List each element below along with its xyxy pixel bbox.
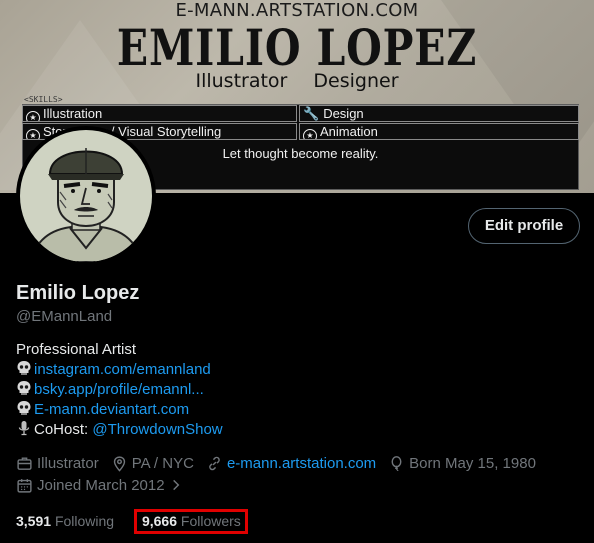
skull-icon <box>17 361 31 375</box>
briefcase-icon <box>17 456 32 470</box>
following-link[interactable]: 3,591 Following <box>16 513 114 529</box>
bio-link-row: E-mann.deviantart.com <box>16 400 223 420</box>
banner-role-illustrator: Illustrator <box>195 70 288 92</box>
skull-icon <box>17 381 31 395</box>
banner-skills-tag: <SKILLS> <box>24 95 63 104</box>
star-icon: ★ <box>26 129 40 139</box>
meta-birthday: Born May 15, 1980 <box>388 455 536 472</box>
banner-role-designer: Designer <box>313 70 399 92</box>
calendar-icon <box>17 478 32 493</box>
user-handle: @EMannLand <box>16 308 113 325</box>
meta-location: PA / NYC <box>111 455 194 472</box>
avatar[interactable] <box>16 126 156 266</box>
microphone-icon <box>18 421 30 436</box>
banner-skill-design: 🔧 Design <box>299 105 579 122</box>
follow-stats: 3,591 Following 9,666 Followers <box>16 509 248 534</box>
meta-joined[interactable]: Joined March 2012 <box>16 477 187 494</box>
meta-website: e-mann.artstation.com <box>206 455 376 472</box>
star-icon: ★ <box>303 129 317 139</box>
star-icon: ★ <box>26 111 40 121</box>
cohost-label: CoHost: <box>34 421 93 438</box>
banner-name-text: EMILIO LOPEZ <box>116 18 478 77</box>
bio-title: Professional Artist <box>16 341 137 358</box>
followers-label: Followers <box>180 513 241 529</box>
banner-roles: Illustrator Designer <box>0 70 594 92</box>
edit-profile-button[interactable]: Edit profile <box>468 208 580 244</box>
followers-link[interactable]: 9,666 Followers <box>133 509 248 534</box>
profile-meta: Illustrator PA / NYC e-mann.artstation.c… <box>16 452 586 496</box>
followers-count: 9,666 <box>141 513 178 529</box>
website-link[interactable]: e-mann.artstation.com <box>227 455 376 472</box>
chevron-right-icon <box>172 479 179 491</box>
following-count: 3,591 <box>16 513 52 529</box>
banner-skill-animation: ★ Animation <box>299 123 579 140</box>
instagram-link[interactable]: instagram.com/emannland <box>34 361 211 378</box>
following-label: Following <box>54 513 115 529</box>
bio-cohost-row: CoHost: @ThrowdownShow <box>16 420 223 440</box>
balloon-icon <box>391 455 402 471</box>
wrench-icon: 🔧 <box>303 106 320 121</box>
display-name: Emilio Lopez <box>16 282 140 304</box>
link-icon <box>209 456 220 470</box>
banner-skill-illustration: ★ Illustration <box>22 105 297 122</box>
cohost-handle-link[interactable]: @ThrowdownShow <box>92 421 222 438</box>
meta-category: Illustrator <box>16 455 99 472</box>
skull-icon <box>17 401 31 415</box>
avatar-image <box>20 130 152 262</box>
bio-link-row: instagram.com/emannland <box>16 360 223 380</box>
deviantart-link[interactable]: E-mann.deviantart.com <box>34 401 189 418</box>
bio-link-row: bsky.app/profile/emannl... <box>16 380 223 400</box>
location-pin-icon <box>113 455 125 472</box>
bluesky-link[interactable]: bsky.app/profile/emannl... <box>34 381 204 398</box>
profile-bio: Professional Artist instagram.com/emannl… <box>16 340 223 440</box>
